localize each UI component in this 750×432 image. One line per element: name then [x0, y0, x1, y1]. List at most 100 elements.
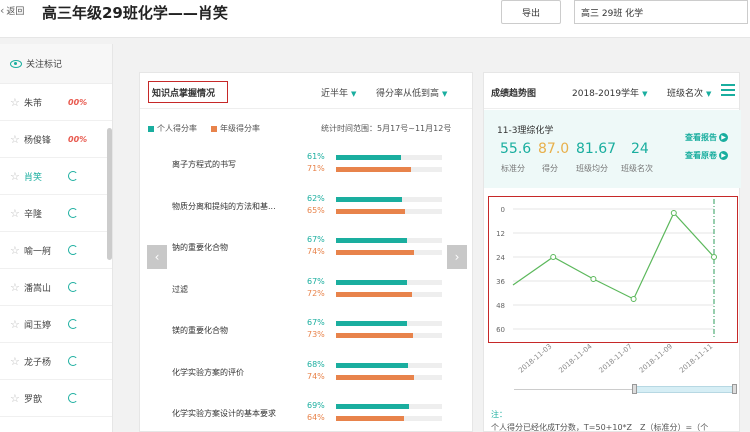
student-name: 肖笑 — [24, 172, 43, 183]
student-item[interactable]: ☆ 杨俊锋 00% — [0, 121, 112, 158]
view-report-label: 查看报告 — [685, 133, 717, 142]
trend-icon — [68, 393, 78, 403]
next-arrow-button[interactable]: › — [447, 245, 467, 269]
class-rate-track — [336, 167, 442, 172]
follow-mark-toggle[interactable]: 关注标记 — [0, 44, 112, 84]
individual-rate: 67% — [307, 276, 325, 286]
x-tick-label: 2018-11-04 — [557, 343, 594, 375]
class-rate-bar — [336, 291, 413, 297]
rank-drop-badge: 00% — [68, 134, 88, 144]
prev-arrow-button[interactable]: ‹ — [147, 245, 167, 269]
data-point[interactable] — [550, 254, 557, 260]
individual-rate-track — [336, 321, 442, 326]
class-rate: 65% — [307, 205, 325, 215]
export-button[interactable]: 导出 — [501, 0, 561, 24]
star-icon[interactable]: ☆ — [10, 170, 24, 183]
student-item[interactable]: ☆ 喻一舸 — [0, 232, 112, 269]
legend-class-label: 年级得分率 — [220, 124, 260, 133]
metric-label: 得分 — [542, 164, 558, 173]
student-item[interactable]: ☆ 闻玉婷 — [0, 306, 112, 343]
range-selection[interactable] — [634, 386, 734, 393]
individual-rate-track — [336, 196, 442, 202]
range-handle-right[interactable] — [732, 384, 737, 394]
legend-swatch — [148, 125, 154, 132]
caret-down-icon: ▼ — [351, 90, 357, 98]
arrow-right-circle-icon: ▶ — [719, 133, 728, 142]
star-icon[interactable]: ☆ — [10, 281, 24, 294]
individual-rate-track — [336, 155, 442, 160]
sidebar-scrollbar[interactable] — [107, 128, 112, 260]
star-icon[interactable]: ☆ — [10, 355, 24, 368]
legend-class: 年级得分率 — [211, 123, 260, 134]
legend-individual: 个人得分率 — [148, 123, 197, 134]
metric-class-rank: 24 — [631, 141, 649, 157]
student-item[interactable]: ☆ 龙子杨 — [0, 343, 112, 380]
star-icon[interactable]: ☆ — [10, 96, 24, 109]
individual-rate: 67% — [307, 318, 325, 327]
knowledge-row: 化学实验方案的评价 68% 74% — [140, 358, 474, 388]
x-tick-labels: 2018-11-03 2018-11-04 2018-11-07 2018-11-09… — [517, 343, 714, 375]
class-rate-bar — [336, 374, 415, 380]
trend-icon — [68, 282, 78, 292]
class-select[interactable]: 高三 29班 化学 — [574, 0, 748, 24]
individual-rate: 68% — [307, 359, 325, 369]
date-range-slider[interactable] — [514, 384, 737, 394]
list-menu-icon[interactable] — [721, 84, 735, 96]
sort-dropdown[interactable]: 得分率从低到高 ▼ — [376, 86, 447, 99]
class-rate: 74% — [307, 371, 325, 381]
individual-rate: 61% — [307, 152, 325, 161]
knowledge-point-name: 离子方程式的书写 — [172, 160, 236, 169]
student-name: 辛隆 — [24, 209, 43, 220]
y-tick-label: 24 — [496, 254, 505, 262]
back-button[interactable]: ‹ 返回 — [0, 4, 24, 17]
caret-down-icon: ▼ — [642, 90, 648, 98]
range-handle-left[interactable] — [632, 384, 637, 394]
rank-dropdown[interactable]: 班级名次 ▼ — [667, 86, 711, 99]
top-header: ‹ 返回 高三年级29班化学——肖笑 导出 高三 29班 化学 — [0, 0, 750, 38]
class-rate-track — [336, 291, 442, 297]
class-rate-bar — [336, 208, 405, 214]
class-rate: 64% — [307, 413, 325, 422]
star-icon[interactable]: ☆ — [10, 207, 24, 220]
data-point[interactable] — [630, 296, 637, 302]
student-name: 闻玉婷 — [24, 320, 52, 331]
student-item-active[interactable]: ☆ 肖笑 — [0, 158, 112, 195]
note-text: 个人得分已经化成T分数，T=50+10*Z Z（标准分）=（个 — [491, 423, 709, 432]
trend-title: 成绩趋势图 — [491, 89, 537, 99]
year-dropdown[interactable]: 2018-2019学年 ▼ — [572, 86, 647, 99]
view-report-link[interactable]: 查看报告 ▶ — [685, 132, 728, 143]
knowledge-row: 离子方程式的书写 61% 71% — [140, 150, 474, 180]
knowledge-row: 物质分离和提纯的方法和基... 62% 65% — [140, 192, 474, 222]
legend-swatch — [211, 125, 217, 132]
exam-name: 11-3理综化学 — [497, 126, 554, 136]
student-item[interactable]: ☆ 辛隆 — [0, 195, 112, 232]
star-icon[interactable]: ☆ — [10, 392, 24, 405]
view-paper-link[interactable]: 查看原卷 ▶ — [685, 150, 728, 161]
rank-dropdown-label: 班级名次 — [667, 89, 704, 99]
star-icon[interactable]: ☆ — [10, 244, 24, 257]
trend-icon — [68, 319, 78, 329]
data-point[interactable] — [711, 254, 717, 260]
star-icon[interactable]: ☆ — [10, 133, 24, 146]
y-tick-label: 12 — [496, 230, 505, 238]
period-dropdown[interactable]: 近半年 ▼ — [321, 86, 356, 99]
trend-panel: 成绩趋势图 2018-2019学年 ▼ 班级名次 ▼ 11-3理综化学 55.6 8… — [483, 72, 741, 432]
student-item[interactable]: ☆ 罗歆 — [0, 380, 112, 417]
class-rate-bar — [336, 167, 412, 172]
trend-icon — [68, 245, 78, 255]
metric-label: 班级名次 — [621, 164, 653, 173]
individual-rate-bar — [336, 362, 409, 368]
data-point[interactable] — [670, 210, 677, 216]
legend-individual-label: 个人得分率 — [157, 124, 197, 133]
knowledge-point-name: 物质分离和提纯的方法和基... — [172, 201, 276, 211]
student-item[interactable]: ☆ 朱芾 00% — [0, 84, 112, 121]
individual-rate-bar — [336, 238, 408, 243]
trend-icon — [68, 171, 78, 181]
star-icon[interactable]: ☆ — [10, 318, 24, 331]
data-point[interactable] — [590, 276, 597, 282]
student-name: 朱芾 — [24, 98, 43, 109]
knowledge-point-name: 化学实验方案的评价 — [172, 367, 244, 377]
follow-mark-label: 关注标记 — [26, 60, 63, 70]
rank-trend-line — [512, 211, 715, 300]
student-item[interactable]: ☆ 潘嵩山 — [0, 269, 112, 306]
